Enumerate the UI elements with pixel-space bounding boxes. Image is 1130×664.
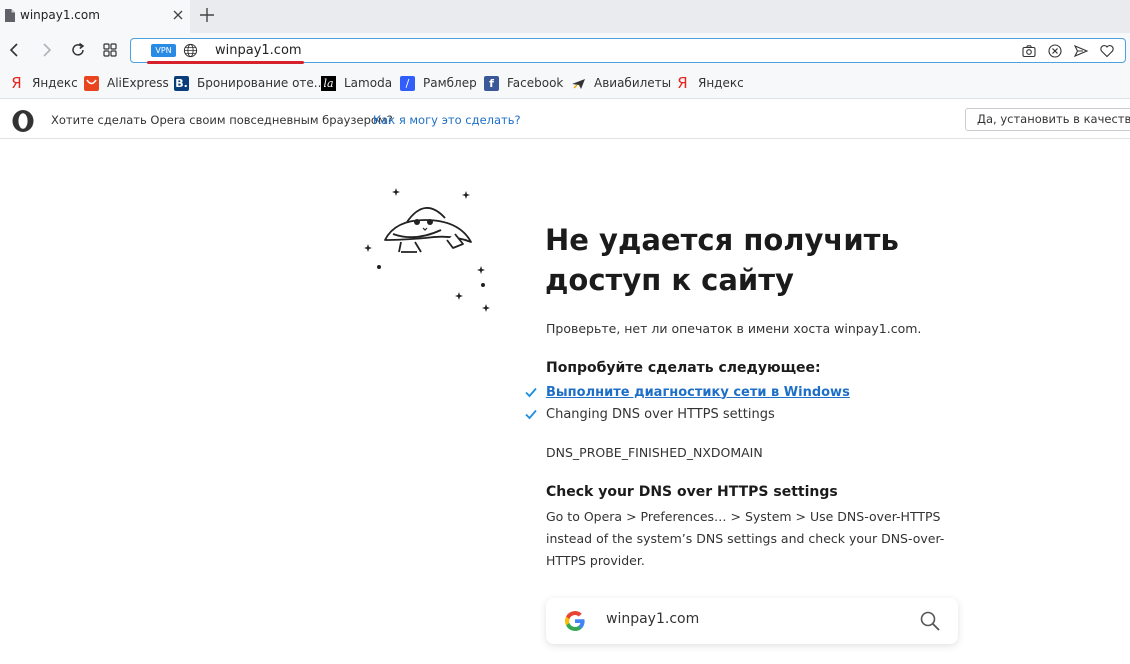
ufo-illustration: [364, 188, 490, 312]
toolbar: VPN winpay1.com: [0, 33, 1130, 68]
bookmark-label: AliExpress: [107, 76, 169, 90]
bookmark-aliexpress[interactable]: AliExpress: [84, 75, 169, 91]
bookmark-label: Lamoda: [344, 76, 393, 90]
close-tab-icon[interactable]: [171, 8, 185, 22]
infobar-how-link[interactable]: Как я могу это сделать?: [373, 113, 521, 127]
bookmark-yandex[interactable]: Я Яндекс: [9, 74, 78, 92]
suggestion-dns-settings: Changing DNS over HTTPS settings: [524, 405, 775, 423]
yandex-icon: Я: [677, 74, 688, 92]
checkmark-icon: [525, 387, 537, 398]
bookmark-rambler[interactable]: / Рамблер: [400, 75, 477, 91]
infobar-message: Хотите сделать Opera своим повседневным …: [51, 113, 393, 127]
tab-strip: winpay1.com: [0, 0, 1130, 33]
plane-icon: [571, 76, 586, 91]
reload-icon[interactable]: [69, 41, 87, 59]
try-following-title: Попробуйте сделать следующее:: [546, 360, 821, 376]
bookmark-label: Рамблер: [423, 76, 477, 90]
vpn-badge[interactable]: VPN: [151, 44, 176, 57]
bookmark-yandex-2[interactable]: Я Яндекс: [675, 74, 744, 92]
error-code: DNS_PROBE_FINISHED_NXDOMAIN: [546, 445, 763, 460]
bookmark-label: Яндекс: [32, 76, 78, 90]
dns-settings-text: Changing DNS over HTTPS settings: [546, 406, 775, 422]
suggestion-network-diagnostics: Выполните диагностику сети в Windows: [524, 383, 850, 401]
bookmark-label: Яндекс: [698, 76, 744, 90]
error-heading: Не удается получить доступ к сайту: [545, 223, 899, 297]
ad-block-icon[interactable]: [1047, 43, 1063, 59]
url-underline-mark: [147, 61, 304, 64]
check-host-text: Проверьте, нет ли опечаток в имени хоста…: [546, 321, 922, 336]
yandex-icon: Я: [11, 74, 22, 92]
checkmark-icon: [525, 409, 537, 420]
bookmark-aviabilety[interactable]: Авиабилеты: [571, 75, 671, 91]
lamoda-icon: la: [321, 75, 336, 91]
rambler-icon: /: [400, 75, 415, 91]
speed-dial-icon[interactable]: [101, 41, 119, 59]
tab-winpay1[interactable]: winpay1.com: [0, 0, 190, 33]
forward-icon[interactable]: [37, 41, 55, 59]
bookmark-lamoda[interactable]: la Lamoda: [321, 75, 392, 91]
bookmark-booking[interactable]: B. Бронирование оте...: [174, 75, 325, 91]
bookmarks-bar: Я Яндекс AliExpress B. Бронирование оте.…: [0, 68, 1130, 99]
globe-icon[interactable]: [183, 43, 198, 58]
bookmark-label: Авиабилеты: [594, 76, 672, 90]
heart-icon[interactable]: [1099, 43, 1115, 59]
set-default-button[interactable]: Да, установить в качестве б: [965, 108, 1130, 131]
dns-settings-title: Check your DNS over HTTPS settings: [546, 484, 838, 500]
search-query[interactable]: winpay1.com: [606, 611, 699, 627]
opera-logo-icon: [12, 110, 34, 132]
address-bar[interactable]: VPN winpay1.com: [130, 38, 1126, 64]
bookmark-label: Facebook: [507, 76, 564, 90]
aliexpress-icon: [84, 75, 99, 91]
default-browser-infobar: Хотите сделать Opera своим повседневным …: [0, 100, 1130, 139]
search-icon[interactable]: [918, 609, 942, 633]
google-search-box[interactable]: winpay1.com: [546, 598, 958, 644]
camera-icon[interactable]: [1021, 43, 1037, 59]
booking-icon: B.: [174, 75, 189, 91]
document-icon: [5, 9, 15, 22]
bookmark-facebook[interactable]: f Facebook: [484, 75, 563, 91]
back-icon[interactable]: [6, 41, 24, 59]
google-icon: [565, 611, 585, 631]
network-diagnostics-link[interactable]: Выполните диагностику сети в Windows: [546, 385, 850, 400]
url-text[interactable]: winpay1.com: [215, 43, 302, 58]
tab-title: winpay1.com: [20, 8, 100, 22]
facebook-icon: f: [484, 75, 499, 91]
dns-settings-body: Go to Opera > Preferences… > System > Us…: [546, 509, 945, 568]
send-icon[interactable]: [1073, 43, 1089, 59]
new-tab-icon[interactable]: [198, 6, 216, 24]
bookmark-label: Бронирование оте...: [197, 76, 326, 90]
